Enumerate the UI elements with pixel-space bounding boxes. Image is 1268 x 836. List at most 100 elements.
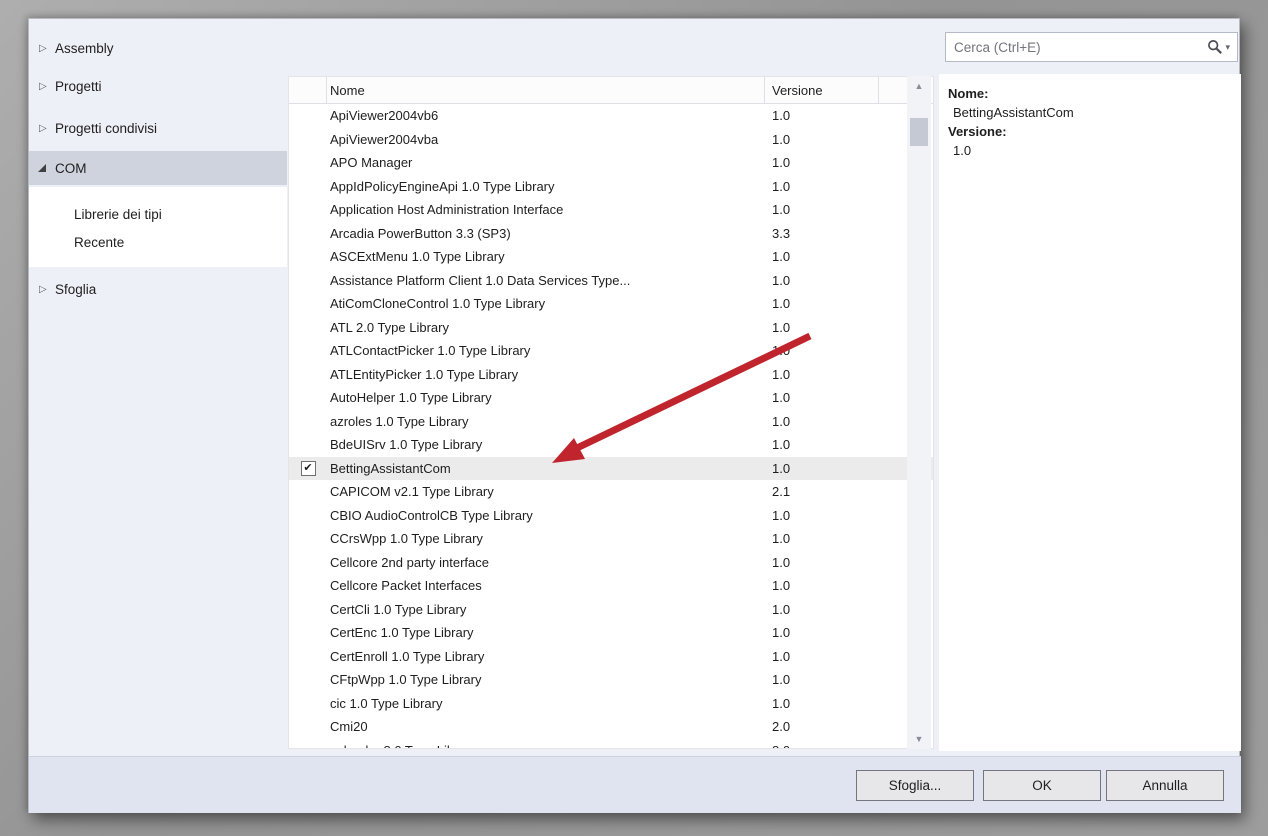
com-library-list: Nome Versione ApiViewer2004vb61.0ApiView…	[288, 76, 934, 749]
sidebar-item-librerie-dei-tipi[interactable]: Librerie dei tipi	[29, 201, 287, 227]
row-name: ApiViewer2004vb6	[327, 108, 765, 123]
row-name: coloader 8.0 Type Library	[327, 743, 765, 749]
list-scrollbar[interactable]: ▲ ▼	[907, 76, 931, 749]
row-version: 1.0	[765, 531, 879, 546]
header-check-column	[289, 77, 327, 103]
scroll-thumb[interactable]	[910, 118, 928, 146]
sidebar-item-assembly[interactable]: ▷ Assembly	[29, 33, 287, 63]
row-name: APO Manager	[327, 155, 765, 170]
search-icon[interactable]	[1207, 39, 1223, 55]
row-version: 1.0	[765, 155, 879, 170]
list-item[interactable]: coloader 8.0 Type Library8.0	[289, 739, 933, 750]
chevron-right-icon: ▷	[29, 43, 55, 54]
list-item[interactable]: CFtpWpp 1.0 Type Library1.0	[289, 668, 933, 692]
list-item[interactable]: ✔BettingAssistantCom1.0	[289, 457, 933, 481]
header-nome[interactable]: Nome	[327, 77, 765, 103]
row-version: 1.0	[765, 179, 879, 194]
list-item[interactable]: CertEnroll 1.0 Type Library1.0	[289, 645, 933, 669]
row-name: BdeUISrv 1.0 Type Library	[327, 437, 765, 452]
list-item[interactable]: Cellcore Packet Interfaces1.0	[289, 574, 933, 598]
sidebar-item-label: Progetti condivisi	[55, 121, 157, 136]
row-version: 1.0	[765, 672, 879, 687]
chevron-down-icon[interactable]: ▾	[1225, 42, 1230, 53]
ok-button[interactable]: OK	[983, 770, 1101, 801]
checkbox-checked-icon[interactable]: ✔	[301, 461, 316, 476]
scroll-down-icon[interactable]: ▼	[907, 734, 931, 744]
row-version: 3.3	[765, 226, 879, 241]
list-item[interactable]: CertCli 1.0 Type Library1.0	[289, 598, 933, 622]
sidebar-item-progetti[interactable]: ▷ Progetti	[29, 71, 287, 101]
list-item[interactable]: Arcadia PowerButton 3.3 (SP3)3.3	[289, 222, 933, 246]
list-item[interactable]: AutoHelper 1.0 Type Library1.0	[289, 386, 933, 410]
list-item[interactable]: AppIdPolicyEngineApi 1.0 Type Library1.0	[289, 175, 933, 199]
row-version: 1.0	[765, 202, 879, 217]
row-name: Arcadia PowerButton 3.3 (SP3)	[327, 226, 765, 241]
row-name: CFtpWpp 1.0 Type Library	[327, 672, 765, 687]
row-version: 1.0	[765, 696, 879, 711]
list-item[interactable]: Cmi202.0	[289, 715, 933, 739]
row-version: 1.0	[765, 555, 879, 570]
list-item[interactable]: CAPICOM v2.1 Type Library2.1	[289, 480, 933, 504]
row-version: 2.1	[765, 484, 879, 499]
row-name: AtiComCloneControl 1.0 Type Library	[327, 296, 765, 311]
sidebar-item-label: Assembly	[55, 41, 114, 56]
row-version: 1.0	[765, 367, 879, 382]
list-item[interactable]: ApiViewer2004vba1.0	[289, 128, 933, 152]
row-name: ATLContactPicker 1.0 Type Library	[327, 343, 765, 358]
chevron-right-icon: ▷	[29, 123, 55, 134]
search-input[interactable]	[946, 40, 1207, 55]
sidebar-item-progetti-condivisi[interactable]: ▷ Progetti condivisi	[29, 113, 287, 143]
row-name: Cmi20	[327, 719, 765, 734]
sidebar-item-com[interactable]: COM	[29, 151, 287, 185]
list-header: Nome Versione	[289, 77, 933, 104]
row-name: ApiViewer2004vba	[327, 132, 765, 147]
list-item[interactable]: APO Manager1.0	[289, 151, 933, 175]
search-box: ▾	[945, 32, 1238, 62]
list-item[interactable]: ASCExtMenu 1.0 Type Library1.0	[289, 245, 933, 269]
row-name: CertCli 1.0 Type Library	[327, 602, 765, 617]
row-version: 1.0	[765, 108, 879, 123]
sidebar-item-label: Sfoglia	[55, 282, 96, 297]
row-version: 1.0	[765, 343, 879, 358]
details-name-label: Nome:	[948, 84, 1241, 103]
sidebar-item-sfoglia[interactable]: ▷ Sfoglia	[29, 274, 287, 304]
cancel-button[interactable]: Annulla	[1106, 770, 1224, 801]
row-version: 1.0	[765, 390, 879, 405]
scroll-up-icon[interactable]: ▲	[907, 81, 931, 91]
row-version: 1.0	[765, 273, 879, 288]
row-name: CAPICOM v2.1 Type Library	[327, 484, 765, 499]
list-item[interactable]: CertEnc 1.0 Type Library1.0	[289, 621, 933, 645]
list-item[interactable]: Application Host Administration Interfac…	[289, 198, 933, 222]
row-name: Assistance Platform Client 1.0 Data Serv…	[327, 273, 765, 288]
row-version: 8.0	[765, 743, 879, 749]
details-panel: Nome: BettingAssistantCom Versione: 1.0	[939, 74, 1241, 751]
list-item[interactable]: ATLEntityPicker 1.0 Type Library1.0	[289, 363, 933, 387]
list-item[interactable]: ApiViewer2004vb61.0	[289, 104, 933, 128]
row-version: 1.0	[765, 578, 879, 593]
chevron-expanded-icon	[38, 164, 46, 172]
row-check-cell: ✔	[289, 461, 327, 476]
list-item[interactable]: cic 1.0 Type Library1.0	[289, 692, 933, 716]
list-item[interactable]: ATL 2.0 Type Library1.0	[289, 316, 933, 340]
sidebar-item-recente[interactable]: Recente	[29, 229, 287, 255]
list-item[interactable]: ATLContactPicker 1.0 Type Library1.0	[289, 339, 933, 363]
row-version: 1.0	[765, 649, 879, 664]
row-version: 1.0	[765, 414, 879, 429]
list-item[interactable]: Cellcore 2nd party interface1.0	[289, 551, 933, 575]
chevron-right-icon: ▷	[29, 284, 55, 295]
list-item[interactable]: CCrsWpp 1.0 Type Library1.0	[289, 527, 933, 551]
list-item[interactable]: azroles 1.0 Type Library1.0	[289, 410, 933, 434]
row-version: 1.0	[765, 296, 879, 311]
list-item[interactable]: BdeUISrv 1.0 Type Library1.0	[289, 433, 933, 457]
list-item[interactable]: Assistance Platform Client 1.0 Data Serv…	[289, 269, 933, 293]
reference-manager-dialog: ▷ Assembly ▷ Progetti ▷ Progetti condivi…	[28, 18, 1240, 813]
row-name: Application Host Administration Interfac…	[327, 202, 765, 217]
browse-button[interactable]: Sfoglia...	[856, 770, 974, 801]
header-versione[interactable]: Versione	[765, 77, 879, 103]
sidebar: ▷ Assembly ▷ Progetti ▷ Progetti condivi…	[29, 19, 287, 814]
list-item[interactable]: CBIO AudioControlCB Type Library1.0	[289, 504, 933, 528]
list-rows: ApiViewer2004vb61.0ApiViewer2004vba1.0AP…	[289, 104, 933, 749]
row-version: 1.0	[765, 320, 879, 335]
details-version-value: 1.0	[948, 141, 1241, 160]
list-item[interactable]: AtiComCloneControl 1.0 Type Library1.0	[289, 292, 933, 316]
